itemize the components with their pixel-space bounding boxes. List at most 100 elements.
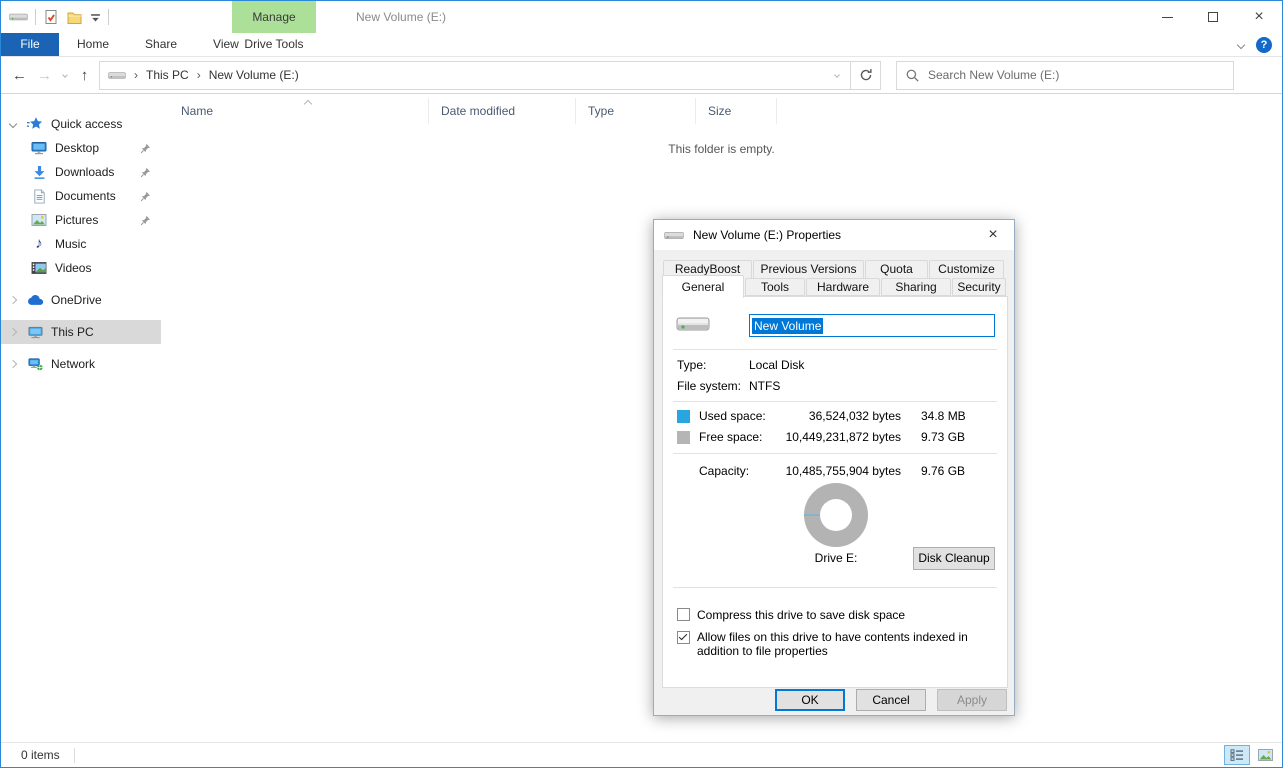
- capacity-size: 9.76 GB: [921, 464, 965, 478]
- tab-general[interactable]: General: [662, 275, 744, 298]
- free-space-size: 9.73 GB: [921, 430, 965, 444]
- free-space-swatch: [677, 431, 690, 444]
- free-space-bytes: 10,449,231,872 bytes: [763, 430, 901, 444]
- tab-file[interactable]: File: [1, 33, 59, 56]
- chevron-down-icon[interactable]: [9, 120, 17, 128]
- tab-share[interactable]: Share: [127, 33, 195, 56]
- ribbon-tab-row: File Home Share View Drive Tools ?: [1, 33, 1282, 57]
- index-checkbox-label[interactable]: Allow files on this drive to have conten…: [697, 630, 997, 658]
- sidebar-item-quick-access[interactable]: Quick access: [1, 112, 161, 136]
- crumb-separator: ›: [134, 68, 138, 82]
- column-header-date-modified[interactable]: Date modified: [429, 98, 576, 124]
- index-checkbox[interactable]: [677, 631, 690, 644]
- dialog-close-button[interactable]: ×: [972, 220, 1014, 250]
- used-space-size: 34.8 MB: [921, 409, 966, 423]
- used-space-label: Used space:: [699, 409, 766, 423]
- manage-label: Manage: [252, 10, 295, 24]
- capacity-bytes: 10,485,755,904 bytes: [763, 464, 901, 478]
- drive-icon: [675, 311, 711, 337]
- sidebar-item-pictures[interactable]: Pictures: [1, 208, 161, 232]
- general-tab-page: New Volume Type: Local Disk File system:…: [662, 296, 1008, 688]
- column-header-type[interactable]: Type: [576, 98, 696, 124]
- qat-customize-icon[interactable]: [90, 12, 101, 23]
- filesystem-label: File system:: [677, 379, 741, 393]
- sidebar-item-this-pc[interactable]: This PC: [1, 320, 161, 344]
- contextual-group-manage[interactable]: Manage: [232, 1, 316, 33]
- folder-icon[interactable]: [66, 10, 83, 25]
- sidebar-item-label: This PC: [51, 325, 94, 339]
- drive-icon: [664, 229, 684, 242]
- type-label: Type:: [677, 358, 706, 372]
- sidebar-item-music[interactable]: ♪ Music: [1, 232, 161, 256]
- refresh-button[interactable]: [851, 61, 881, 90]
- address-dropdown-chevron-icon[interactable]: [824, 73, 850, 77]
- chevron-right-icon[interactable]: [9, 328, 17, 336]
- breadcrumb-this-pc[interactable]: This PC: [146, 68, 189, 82]
- column-header-name[interactable]: Name: [171, 98, 429, 124]
- column-header-size[interactable]: Size: [696, 98, 777, 124]
- sidebar-item-desktop[interactable]: Desktop: [1, 136, 161, 160]
- breadcrumb[interactable]: › This PC › New Volume (E:): [99, 61, 851, 90]
- close-button[interactable]: ×: [1236, 1, 1282, 33]
- properties-check-icon[interactable]: [43, 9, 59, 25]
- drive-letter-label: Drive E:: [784, 551, 888, 565]
- filesystem-value: NTFS: [749, 379, 780, 393]
- properties-dialog: New Volume (E:) Properties × ReadyBoost …: [653, 219, 1015, 716]
- sidebar-item-label: Music: [55, 237, 86, 251]
- tab-previous-versions[interactable]: Previous Versions: [753, 260, 864, 278]
- search-input[interactable]: [928, 68, 1225, 82]
- tab-sharing[interactable]: Sharing: [881, 278, 951, 296]
- pin-icon: [140, 167, 151, 178]
- sidebar-item-onedrive[interactable]: OneDrive: [1, 288, 161, 312]
- maximize-button[interactable]: [1190, 1, 1236, 33]
- tab-customize[interactable]: Customize: [929, 260, 1004, 278]
- navigation-pane: Quick access Desktop Downloads: [1, 94, 161, 742]
- sidebar-item-label: Downloads: [55, 165, 114, 179]
- tab-quota[interactable]: Quota: [865, 260, 928, 278]
- forward-button[interactable]: →: [32, 61, 57, 89]
- sidebar-item-network[interactable]: Network: [1, 352, 161, 376]
- compress-checkbox-label[interactable]: Compress this drive to save disk space: [697, 608, 905, 622]
- history-dropdown-chevron-icon[interactable]: [57, 73, 72, 77]
- ok-button[interactable]: OK: [775, 689, 845, 711]
- used-space-swatch: [677, 410, 690, 423]
- thumbnail-view-button[interactable]: [1252, 745, 1278, 765]
- expand-ribbon-chevron-icon[interactable]: [1237, 41, 1245, 49]
- minimize-button[interactable]: [1144, 1, 1190, 33]
- back-button[interactable]: ←: [7, 61, 32, 89]
- selected-text: New Volume: [752, 318, 823, 334]
- compress-checkbox[interactable]: [677, 608, 690, 621]
- capacity-label: Capacity:: [699, 464, 749, 478]
- tab-home[interactable]: Home: [59, 33, 127, 56]
- apply-button[interactable]: Apply: [937, 689, 1007, 711]
- free-space-label: Free space:: [699, 430, 762, 444]
- chevron-right-icon[interactable]: [9, 296, 17, 304]
- tab-tools[interactable]: Tools: [745, 278, 805, 296]
- sidebar-item-videos[interactable]: Videos: [1, 256, 161, 280]
- explorer-window: Manage New Volume (E:) × File Home Share…: [0, 0, 1283, 768]
- volume-label-input[interactable]: New Volume: [749, 314, 995, 337]
- breadcrumb-new-volume[interactable]: New Volume (E:): [209, 68, 299, 82]
- window-title: New Volume (E:): [356, 1, 446, 33]
- check-icon: [679, 632, 687, 640]
- documents-icon: [30, 189, 48, 204]
- up-button[interactable]: ↑: [72, 61, 97, 89]
- status-bar: 0 items: [1, 742, 1282, 767]
- view-toggles: [1224, 745, 1278, 765]
- cancel-button[interactable]: Cancel: [856, 689, 926, 711]
- used-space-bytes: 36,524,032 bytes: [763, 409, 901, 423]
- pin-icon: [140, 215, 151, 226]
- disk-cleanup-button[interactable]: Disk Cleanup: [913, 547, 995, 570]
- details-view-button[interactable]: [1224, 745, 1250, 765]
- tab-drive-tools[interactable]: Drive Tools: [232, 33, 316, 56]
- help-icon[interactable]: ?: [1256, 37, 1272, 53]
- sidebar-item-label: Pictures: [55, 213, 98, 227]
- sidebar-item-downloads[interactable]: Downloads: [1, 160, 161, 184]
- sidebar-item-documents[interactable]: Documents: [1, 184, 161, 208]
- tab-hardware[interactable]: Hardware: [806, 278, 880, 296]
- main-area: Quick access Desktop Downloads: [1, 94, 1282, 742]
- tab-security[interactable]: Security: [952, 278, 1006, 296]
- maximize-icon: [1208, 12, 1218, 22]
- dialog-title: New Volume (E:) Properties: [693, 228, 841, 242]
- chevron-right-icon[interactable]: [9, 360, 17, 368]
